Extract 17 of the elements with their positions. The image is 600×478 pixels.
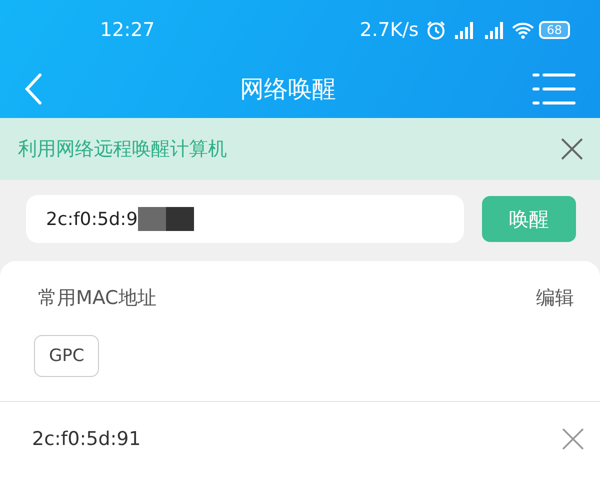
network-speed: 2.7K/s (360, 19, 419, 41)
delete-icon[interactable] (562, 428, 584, 450)
alarm-clock-icon (424, 20, 447, 40)
banner-text: 利用网络远程唤醒计算机 (18, 137, 227, 162)
mac-input-field[interactable]: 2c:f0:5d:9 (26, 195, 464, 243)
close-icon[interactable] (560, 137, 584, 161)
battery-indicator: 68 (538, 21, 570, 39)
edit-link[interactable]: 编辑 (536, 285, 574, 311)
status-time: 12:27 (100, 19, 155, 41)
section-title: 常用MAC地址 (38, 286, 156, 311)
mac-chip[interactable]: GPC (34, 335, 100, 377)
history-item[interactable]: 2c:f0:5d:91 (32, 428, 141, 450)
menu-icon[interactable] (532, 72, 576, 106)
redaction-block (138, 207, 194, 231)
page-title: 网络唤醒 (240, 74, 336, 105)
wifi-icon (510, 20, 535, 40)
back-icon[interactable] (24, 73, 44, 105)
